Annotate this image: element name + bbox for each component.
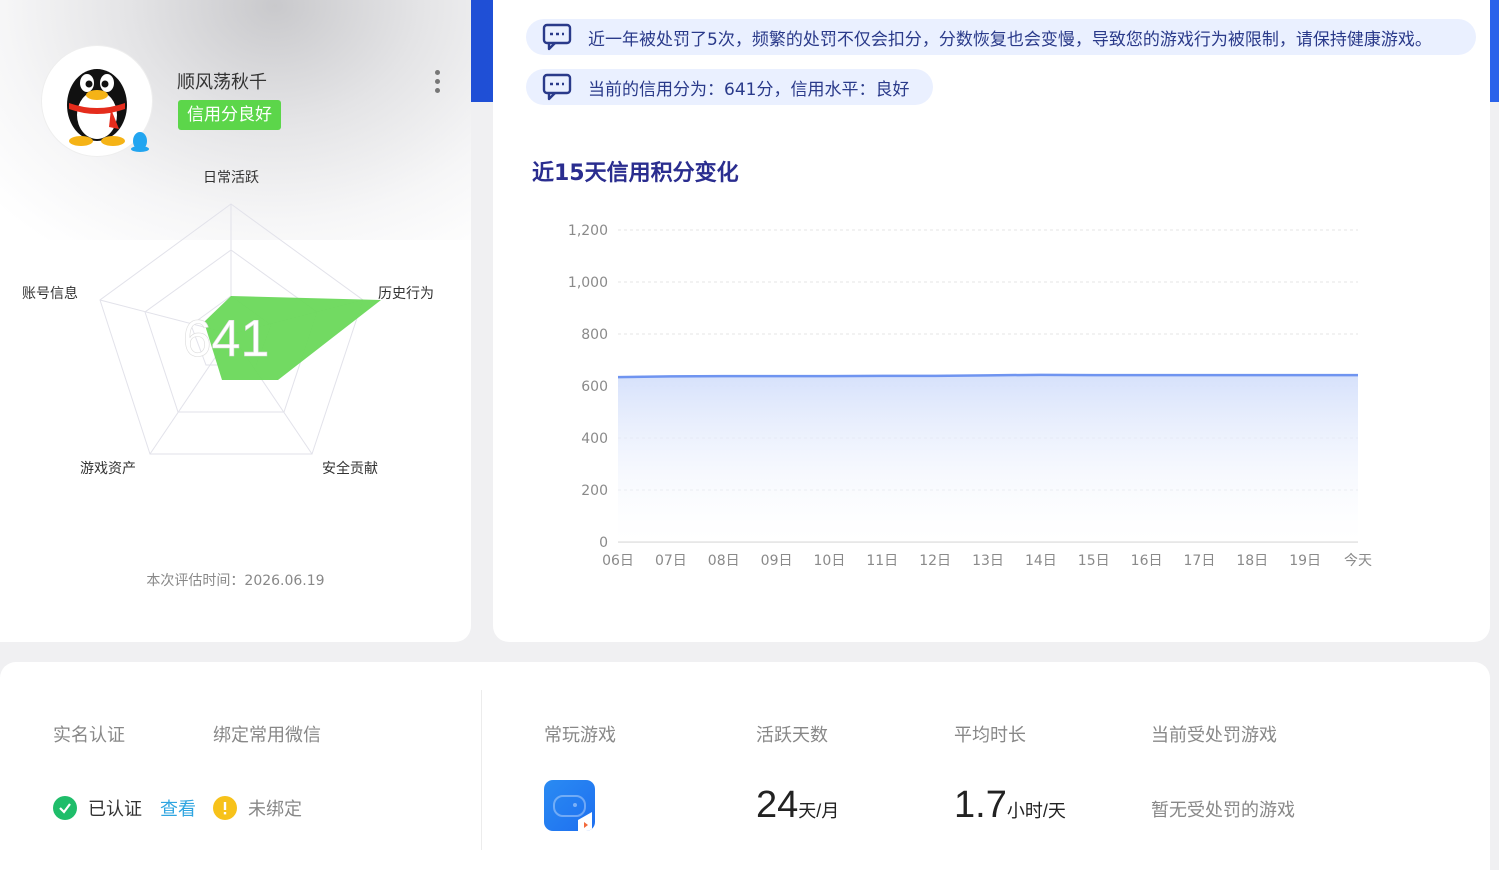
more-options-icon[interactable] [432,70,442,100]
avg-time-unit: 小时/天 [1006,801,1066,821]
stats-card [0,662,1490,870]
games-heading: 常玩游戏 [544,725,616,746]
credit-line-chart: 0 200 400 600 800 1,000 1,200 06日 07日 08日 09日 10日 11… [568,223,1372,569]
x-tick-label: 06日 [602,553,634,569]
penalty-notice-text: 近一年被处罚了5次，频繁的处罚不仅会扣分，分数恢复也会变慢，导致您的游戏行为被限… [588,29,1432,50]
penalty-game-value: 暂无受处罚的游戏 [1151,800,1295,821]
radar-label-right: 历史行为 [378,286,434,302]
message-icon [542,73,572,101]
chart-card: 近一年被处罚了5次，频繁的处罚不仅会扣分，分数恢复也会变慢，导致您的游戏行为被限… [493,0,1490,642]
qq-small-icon [131,132,149,152]
nickname: 顺风荡秋千 [177,72,267,93]
radar-label-left: 账号信息 [22,285,78,302]
penalty-heading: 当前受处罚游戏 [1151,725,1277,746]
y-tick-label: 200 [581,483,608,499]
chart-title: 近15天信用积分变化 [532,161,739,186]
score-notice-text: 当前的信用分为：641分，信用水平：良好 [588,79,910,100]
y-tick-label: 1,200 [568,223,608,239]
x-tick-label: 07日 [655,553,687,569]
radar-label-bottom-right: 安全贡献 [322,460,378,477]
y-tick-label: 1,000 [568,275,608,291]
x-tick-label: 19日 [1289,553,1321,569]
x-tick-label: 今天 [1344,553,1372,569]
realname-status: 已认证 查看 [53,795,196,821]
wechat-heading: 绑定常用微信 [213,725,321,746]
active-days-unit: 天/月 [798,801,840,821]
x-tick-label: 10日 [814,553,846,569]
x-tick-label: 12日 [919,553,951,569]
radar-label-top: 日常活跃 [203,170,259,186]
x-tick-label: 18日 [1236,553,1268,569]
y-tick-label: 600 [581,379,608,395]
penalty-notice: 近一年被处罚了5次，频繁的处罚不仅会扣分，分数恢复也会变慢，导致您的游戏行为被限… [526,19,1476,55]
x-tick-label: 16日 [1131,553,1163,569]
y-tick-label: 400 [581,431,608,447]
message-icon [542,23,572,51]
wechat-status: 未绑定 [213,795,302,821]
section-divider [481,690,482,850]
avg-time-heading: 平均时长 [954,725,1026,746]
radar-score: 641 [183,310,270,368]
game-app-icon[interactable] [544,780,595,831]
score-notice: 当前的信用分为：641分，信用水平：良好 [526,69,934,105]
check-icon [53,796,77,820]
avg-time-value: 1.7小时/天 [954,784,1066,826]
x-tick-label: 14日 [1025,553,1057,569]
credit-status-badge: 信用分良好 [178,100,281,130]
y-tick-label: 800 [581,327,608,343]
profile-card: 顺风荡秋千 信用分良好 641 日常活跃 历史行为 安全贡献 游戏资产 账号信息… [0,0,471,642]
x-tick-label: 09日 [761,553,793,569]
active-days-heading: 活跃天数 [756,725,828,746]
x-tick-label: 13日 [972,553,1004,569]
radar-label-bottom-left: 游戏资产 [80,461,136,477]
x-tick-label: 08日 [708,553,740,569]
radar-chart: 641 日常活跃 历史行为 安全贡献 游戏资产 账号信息 [22,170,434,477]
realname-status-text: 已认证 [88,799,142,820]
x-tick-label: 17日 [1184,553,1216,569]
realname-heading: 实名认证 [53,725,125,746]
y-tick-label: 0 [599,535,608,551]
active-days-value: 24天/月 [756,784,840,826]
warning-icon [213,796,237,820]
x-tick-label: 11日 [866,553,898,569]
x-tick-label: 15日 [1078,553,1110,569]
evaluation-time: 本次评估时间：2026.06.19 [146,573,325,589]
wechat-status-text: 未绑定 [248,799,302,820]
series-area [618,374,1358,542]
view-realname-link[interactable]: 查看 [160,795,196,821]
